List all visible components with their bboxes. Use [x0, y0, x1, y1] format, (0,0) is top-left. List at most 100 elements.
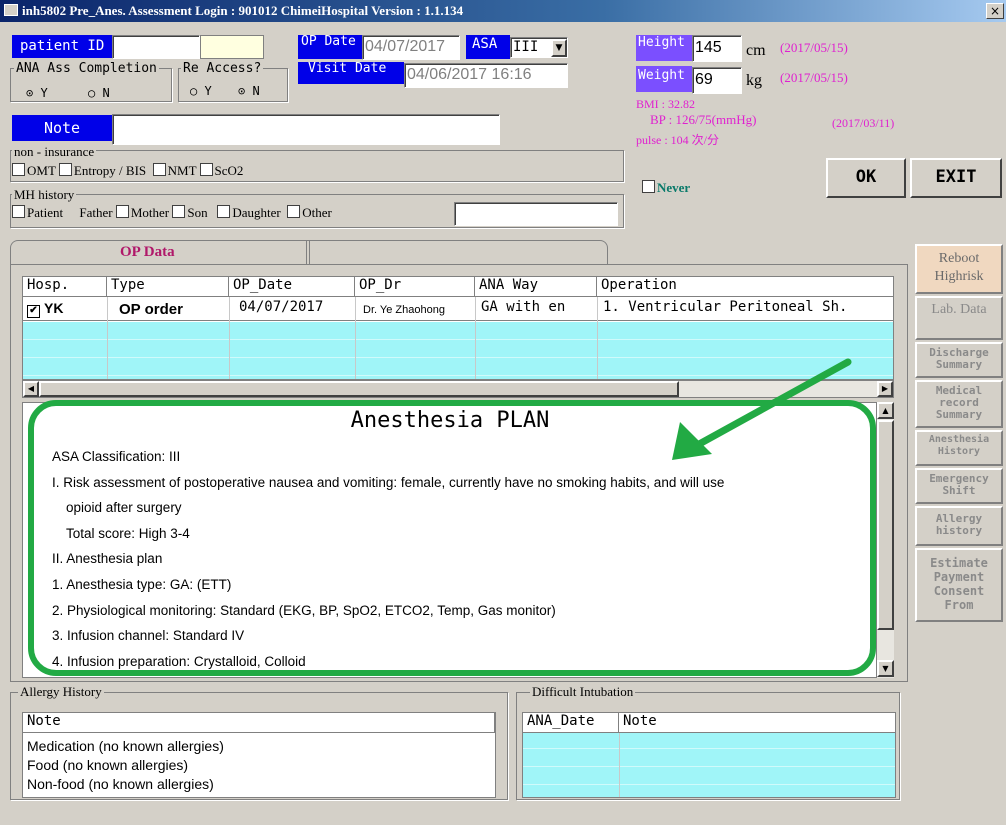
scroll-up-icon[interactable]: ▲: [877, 402, 894, 419]
note-input[interactable]: [112, 114, 500, 145]
intubation-table: ANA_Date Note: [522, 712, 896, 798]
plan-line: 4. Infusion preparation: Crystalloid, Co…: [52, 653, 306, 669]
row-hosp: ✔ YK: [27, 300, 63, 318]
mother-label: Mother: [130, 205, 170, 220]
row-op-dr: Dr. Ye Zhaohong: [363, 304, 445, 316]
plan-body: ASA Classification: III I. Risk assessme…: [52, 444, 872, 674]
op-date-label: OP Date: [298, 35, 362, 59]
height-input[interactable]: 145: [692, 35, 742, 62]
weight-label: Weight: [636, 66, 692, 92]
window-title: inh5802 Pre_Anes. Assessment Login : 901…: [22, 3, 464, 18]
nmt-label: NMT: [167, 163, 197, 178]
horizontal-scroll-thumb[interactable]: [39, 381, 679, 397]
entropy-checkbox[interactable]: Entropy / BIS: [58, 163, 146, 178]
other-label: Other: [302, 205, 332, 220]
note-label: Note: [12, 115, 112, 141]
daughter-label: Daughter: [232, 205, 281, 220]
intubation-header-date[interactable]: ANA_Date: [523, 713, 619, 733]
bp-value: BP : 126/75(mmHg): [650, 112, 757, 127]
other-checkbox[interactable]: Other: [287, 205, 332, 220]
header-op-dr[interactable]: OP_Dr: [355, 277, 475, 297]
plan-line: 3. Infusion channel: Standard IV: [52, 628, 245, 644]
bmi-value: BMI : 32.82: [636, 97, 696, 111]
re-access-radio-y[interactable]: ○ Y: [190, 84, 212, 98]
bp-date: (2017/03/11): [832, 116, 895, 130]
exit-button[interactable]: EXIT: [910, 158, 1002, 198]
never-checkbox[interactable]: Never: [642, 180, 690, 196]
allergy-rows: Medication (no known allergies) Food (no…: [27, 737, 224, 794]
patient-id-input[interactable]: [112, 35, 200, 59]
list-item[interactable]: Non-food (no known allergies): [27, 775, 224, 794]
scroll-left-icon[interactable]: ◀: [23, 381, 39, 397]
emergency-shift-button[interactable]: Emergency Shift: [915, 468, 1003, 504]
ana-completion-label: ANA Ass Completion: [14, 61, 159, 76]
weight-input[interactable]: 69: [692, 67, 742, 94]
header-ana-way[interactable]: ANA Way: [475, 277, 597, 297]
pulse-value: pulse : 104 次/分: [636, 133, 719, 147]
close-button[interactable]: ×: [986, 3, 1004, 19]
op-date-field[interactable]: 04/07/2017: [362, 35, 460, 60]
scroll-right-icon[interactable]: ▶: [877, 381, 893, 397]
plan-line: 2. Physiological monitoring: Standard (E…: [52, 602, 556, 618]
weight-date: (2017/05/15): [780, 70, 848, 85]
ana-y-label: Y: [40, 86, 48, 100]
row-operation: 1. Ventricular Peritoneal Sh.: [603, 299, 848, 315]
never-label: Never: [657, 180, 691, 195]
list-item[interactable]: Medication (no known allergies): [27, 737, 224, 756]
other-input[interactable]: [454, 202, 618, 226]
son-checkbox[interactable]: Son: [172, 205, 208, 220]
medical-record-summary-button[interactable]: Medical record Summary: [915, 380, 1003, 428]
reboot-highrisk-button[interactable]: Reboot Highrisk: [915, 244, 1003, 294]
visit-date-field[interactable]: 04/06/2017 16:16: [404, 63, 568, 88]
row-hosp-value: YK: [44, 300, 64, 316]
nmt-checkbox[interactable]: NMT: [152, 163, 197, 178]
window-titlebar: inh5802 Pre_Anes. Assessment Login : 901…: [0, 0, 1006, 22]
sco2-checkbox[interactable]: ScO2: [199, 163, 244, 178]
anesthesia-history-button[interactable]: Anesthesia History: [915, 430, 1003, 466]
table-row[interactable]: ✔ YK OP order 04/07/2017 Dr. Ye Zhaohong …: [23, 297, 893, 321]
op-table-header: Hosp. Type OP_Date OP_Dr ANA Way Operati…: [23, 277, 893, 297]
allergy-header-note[interactable]: Note: [23, 713, 495, 733]
daughter-checkbox[interactable]: Daughter: [217, 205, 281, 220]
father-label: Father: [79, 205, 113, 220]
patient-name-field[interactable]: [200, 35, 264, 59]
row-checkbox-checked-icon[interactable]: ✔: [27, 305, 40, 318]
allergy-history-button[interactable]: Allergy history: [915, 506, 1003, 546]
col-divider: [355, 297, 356, 379]
son-label: Son: [187, 205, 208, 220]
discharge-summary-button[interactable]: Discharge Summary: [915, 342, 1003, 378]
allergy-history-label: Allergy History: [18, 684, 104, 700]
height-label: Height: [636, 35, 692, 61]
intubation-header-note[interactable]: Note: [619, 713, 895, 733]
height-unit: cm: [746, 42, 766, 59]
vertical-scrollbar[interactable]: ▲ ▼: [876, 402, 894, 678]
patient-id-label: patient ID: [12, 35, 112, 58]
ana-completion-radio-n[interactable]: ○ N: [88, 86, 110, 100]
tab-empty[interactable]: [306, 240, 608, 264]
col-divider: [597, 297, 598, 379]
col-divider: [229, 297, 230, 379]
header-op-date[interactable]: OP_Date: [229, 277, 355, 297]
mother-checkbox[interactable]: Mother: [115, 205, 170, 220]
height-date: (2017/05/15): [780, 40, 848, 55]
allergy-table: Note Medication (no known allergies) Foo…: [22, 712, 496, 798]
vertical-scroll-thumb[interactable]: [877, 420, 894, 630]
lab-data-button[interactable]: Lab. Data: [915, 296, 1003, 340]
father-checkbox[interactable]: Father: [79, 205, 112, 220]
scroll-down-icon[interactable]: ▼: [877, 660, 894, 677]
ok-button[interactable]: OK: [826, 158, 906, 198]
ana-completion-radio-y[interactable]: ⊙ Y: [26, 86, 48, 100]
sco2-label: ScO2: [214, 163, 244, 178]
asa-dropdown-chevron-icon[interactable]: ▼: [551, 39, 567, 57]
re-access-radio-n[interactable]: ⊙ N: [238, 84, 260, 98]
header-hosp[interactable]: Hosp.: [23, 277, 107, 297]
header-type[interactable]: Type: [107, 277, 229, 297]
plan-line: Total score: High 3-4: [66, 525, 190, 541]
col-divider: [475, 297, 476, 379]
asa-label: ASA: [466, 35, 510, 59]
header-operation[interactable]: Operation: [597, 277, 893, 297]
patient-checkbox[interactable]: Patient: [12, 205, 63, 220]
omt-checkbox[interactable]: OMT: [12, 163, 56, 178]
estimate-payment-button[interactable]: Estimate Payment Consent From: [915, 548, 1003, 622]
list-item[interactable]: Food (no known allergies): [27, 756, 224, 775]
